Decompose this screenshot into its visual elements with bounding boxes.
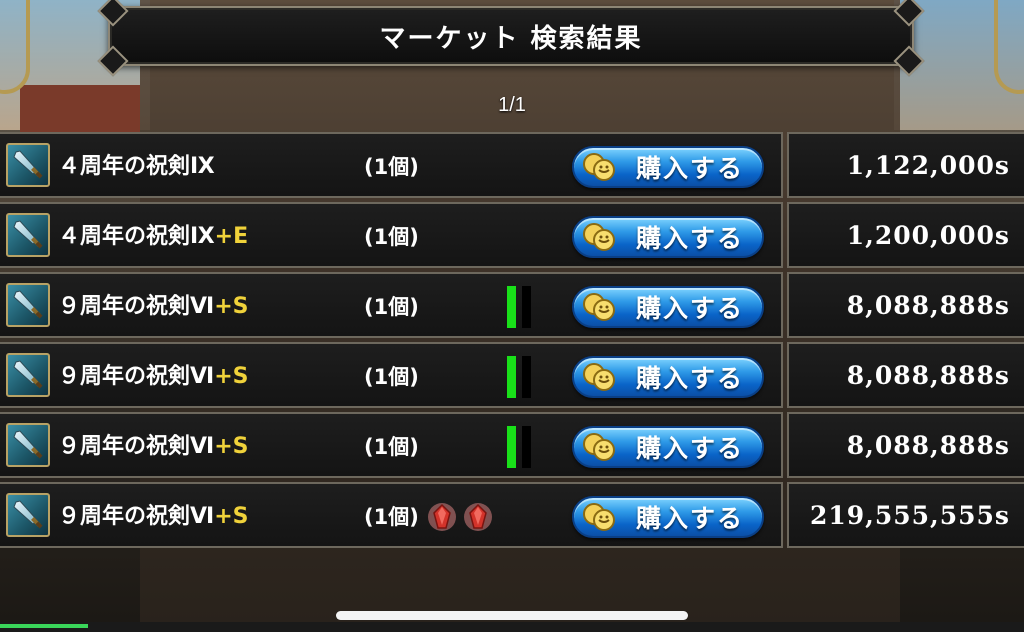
- listing-main-panel: ９周年の祝剣Ⅵ+S (1個) 購入する: [0, 272, 783, 338]
- buy-button-label: 購入する: [636, 154, 745, 183]
- item-enhancement-suffix: +S: [214, 364, 249, 389]
- listing-main-panel: ９周年の祝剣Ⅵ+S (1個) 購入する: [0, 482, 783, 548]
- gem-slots: [426, 501, 494, 533]
- buy-button[interactable]: 購入する: [572, 356, 764, 398]
- item-enhancement-suffix: +E: [214, 224, 249, 249]
- coin-icon: [582, 292, 618, 322]
- page-indicator: 1/1: [498, 94, 526, 116]
- item-name: ９周年の祝剣Ⅵ+S: [58, 414, 248, 480]
- listing-row: ４周年の祝剣Ⅸ (1個) 購入する 1,122,000s: [0, 132, 1024, 198]
- progress-strip: [0, 624, 88, 628]
- item-price: 8,088,888s: [846, 360, 1010, 390]
- item-name-text: ４周年の祝剣Ⅸ: [58, 154, 215, 179]
- listing-main-panel: ９周年の祝剣Ⅵ+S (1個) 購入する: [0, 342, 783, 408]
- item-quantity: (1個): [364, 435, 419, 459]
- item-quantity: (1個): [364, 505, 419, 529]
- item-price: 8,088,888s: [846, 430, 1010, 460]
- buy-button[interactable]: 購入する: [572, 216, 764, 258]
- red-gem-icon: [462, 501, 494, 533]
- gauge-empty: [522, 426, 531, 468]
- price-panel: 8,088,888s: [787, 272, 1024, 338]
- item-name: ９周年の祝剣Ⅵ+S: [58, 344, 248, 410]
- item-name-text: ９周年の祝剣Ⅵ: [58, 364, 215, 389]
- sword-icon[interactable]: [6, 493, 50, 537]
- item-enhancement-suffix: +S: [214, 294, 249, 319]
- buy-button-label: 購入する: [636, 434, 745, 463]
- title-bar: マーケット 検索結果: [97, 0, 925, 77]
- buy-button-label: 購入する: [636, 224, 745, 253]
- item-name-text: ９周年の祝剣Ⅵ: [58, 504, 215, 529]
- gold-ornament-right: [994, 0, 1024, 94]
- item-price: 219,555,555s: [809, 500, 1010, 530]
- page-title: マーケット 検索結果: [379, 23, 643, 54]
- item-quantity: (1個): [364, 295, 419, 319]
- listing-row: ９周年の祝剣Ⅵ+S (1個) 購入する 8,088,888s: [0, 412, 1024, 478]
- sword-icon[interactable]: [6, 143, 50, 187]
- item-enhancement-suffix: +S: [214, 434, 249, 459]
- buy-button[interactable]: 購入する: [572, 146, 764, 188]
- buy-button-label: 購入する: [636, 504, 745, 533]
- coin-icon: [582, 502, 618, 532]
- item-name: ４周年の祝剣Ⅸ: [58, 134, 215, 200]
- listing-list: ４周年の祝剣Ⅸ (1個) 購入する 1,122,000s ４周年の祝剣Ⅸ+E (1個) 購入…: [0, 132, 1024, 552]
- price-panel: 8,088,888s: [787, 342, 1024, 408]
- item-quantity: (1個): [364, 155, 419, 179]
- buy-button-label: 購入する: [636, 294, 745, 323]
- item-name-text: ９周年の祝剣Ⅵ: [58, 434, 215, 459]
- sword-icon[interactable]: [6, 283, 50, 327]
- item-enhancement-suffix: +S: [214, 504, 249, 529]
- sword-icon[interactable]: [6, 213, 50, 257]
- gauge-fill: [507, 356, 516, 398]
- buy-button[interactable]: 購入する: [572, 286, 764, 328]
- item-name: ４周年の祝剣Ⅸ+E: [58, 204, 248, 270]
- item-name: ９周年の祝剣Ⅵ+S: [58, 484, 248, 550]
- coin-icon: [582, 432, 618, 462]
- item-name-text: ４周年の祝剣Ⅸ: [58, 224, 215, 249]
- item-price: 8,088,888s: [846, 290, 1010, 320]
- gauge-empty: [522, 356, 531, 398]
- buy-button[interactable]: 購入する: [572, 426, 764, 468]
- gauge-empty: [522, 286, 531, 328]
- red-gem-icon: [426, 501, 458, 533]
- item-name: ９周年の祝剣Ⅵ+S: [58, 274, 248, 340]
- durability-gauge: [507, 286, 533, 328]
- durability-gauge: [507, 356, 533, 398]
- coin-icon: [582, 222, 618, 252]
- sword-icon[interactable]: [6, 353, 50, 397]
- gauge-fill: [507, 286, 516, 328]
- coin-icon: [582, 362, 618, 392]
- listing-row: ４周年の祝剣Ⅸ+E (1個) 購入する 1,200,000s: [0, 202, 1024, 268]
- price-panel: 219,555,555s: [787, 482, 1024, 548]
- sword-icon[interactable]: [6, 423, 50, 467]
- bottom-bar: [0, 622, 1024, 632]
- price-panel: 1,200,000s: [787, 202, 1024, 268]
- listing-main-panel: ４周年の祝剣Ⅸ (1個) 購入する: [0, 132, 783, 198]
- listing-row: ９周年の祝剣Ⅵ+S (1個) 購入する 8,088,888s: [0, 342, 1024, 408]
- coin-icon: [582, 152, 618, 182]
- listing-main-panel: ９周年の祝剣Ⅵ+S (1個) 購入する: [0, 412, 783, 478]
- item-quantity: (1個): [364, 225, 419, 249]
- gauge-fill: [507, 426, 516, 468]
- item-name-text: ９周年の祝剣Ⅵ: [58, 294, 215, 319]
- listing-main-panel: ４周年の祝剣Ⅸ+E (1個) 購入する: [0, 202, 783, 268]
- durability-gauge: [507, 426, 533, 468]
- item-price: 1,200,000s: [846, 220, 1010, 250]
- gold-ornament-left: [0, 0, 30, 94]
- listing-row: ９周年の祝剣Ⅵ+S (1個) 購入する 8,088,888s: [0, 272, 1024, 338]
- item-quantity: (1個): [364, 365, 419, 389]
- listing-row: ９周年の祝剣Ⅵ+S (1個) 購入する 219,555,555s: [0, 482, 1024, 548]
- buy-button-label: 購入する: [636, 364, 745, 393]
- item-price: 1,122,000s: [846, 150, 1010, 180]
- price-panel: 1,122,000s: [787, 132, 1024, 198]
- home-indicator[interactable]: [336, 611, 688, 620]
- buy-button[interactable]: 購入する: [572, 496, 764, 538]
- price-panel: 8,088,888s: [787, 412, 1024, 478]
